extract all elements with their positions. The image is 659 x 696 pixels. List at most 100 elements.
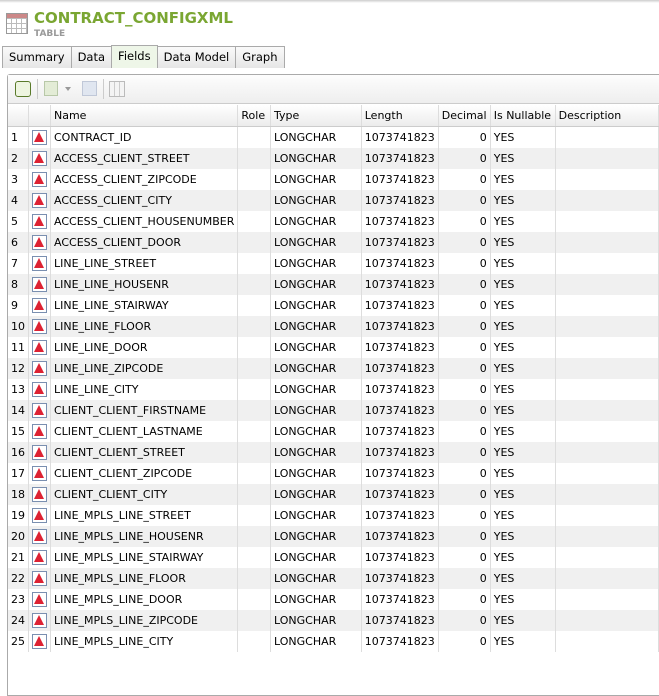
field-type[interactable]: LONGCHAR	[270, 379, 362, 400]
field-role[interactable]	[237, 400, 271, 421]
field-length[interactable]: 1073741823	[361, 547, 439, 568]
field-role[interactable]	[237, 232, 271, 253]
row-number[interactable]: 15	[8, 421, 29, 442]
field-decimal[interactable]: 0	[438, 253, 491, 274]
table-row[interactable]: 16 CLIENT_CLIENT_STREET LONGCHAR 1073741823…	[8, 442, 659, 463]
field-type-icon[interactable]	[28, 484, 51, 505]
field-role[interactable]	[237, 211, 271, 232]
field-type-icon[interactable]	[28, 211, 51, 232]
field-name[interactable]: LINE_LINE_STAIRWAY	[50, 295, 239, 316]
field-length[interactable]: 1073741823	[361, 295, 439, 316]
field-nullable[interactable]: YES	[490, 568, 556, 589]
field-name[interactable]: LINE_LINE_ZIPCODE	[50, 358, 239, 379]
field-decimal[interactable]: 0	[438, 442, 491, 463]
field-length[interactable]: 1073741823	[361, 169, 439, 190]
field-description[interactable]	[555, 169, 659, 190]
field-description[interactable]	[555, 610, 659, 631]
field-type[interactable]: LONGCHAR	[270, 211, 362, 232]
add-field-icon[interactable]	[44, 81, 58, 96]
field-name[interactable]: CLIENT_CLIENT_LASTNAME	[50, 421, 239, 442]
field-type[interactable]: LONGCHAR	[270, 190, 362, 211]
field-length[interactable]: 1073741823	[361, 253, 439, 274]
field-type-icon[interactable]	[28, 589, 51, 610]
table-row[interactable]: 13 LINE_LINE_CITY LONGCHAR 1073741823 0 YES	[8, 379, 659, 400]
field-description[interactable]	[555, 358, 659, 379]
field-role[interactable]	[237, 169, 271, 190]
field-nullable[interactable]: YES	[490, 379, 556, 400]
field-type-icon[interactable]	[28, 421, 51, 442]
field-description[interactable]	[555, 232, 659, 253]
field-decimal[interactable]: 0	[438, 211, 491, 232]
field-nullable[interactable]: YES	[490, 589, 556, 610]
row-number[interactable]: 20	[8, 526, 29, 547]
field-description[interactable]	[555, 484, 659, 505]
field-description[interactable]	[555, 211, 659, 232]
field-decimal[interactable]: 0	[438, 295, 491, 316]
row-number[interactable]: 19	[8, 505, 29, 526]
field-name[interactable]: LINE_MPLS_LINE_DOOR	[50, 589, 239, 610]
field-type[interactable]: LONGCHAR	[270, 126, 362, 148]
field-name[interactable]: CLIENT_CLIENT_STREET	[50, 442, 239, 463]
field-decimal[interactable]: 0	[438, 274, 491, 295]
field-length[interactable]: 1073741823	[361, 232, 439, 253]
field-type-icon[interactable]	[28, 337, 51, 358]
field-name[interactable]: ACCESS_CLIENT_ZIPCODE	[50, 169, 239, 190]
field-role[interactable]	[237, 316, 271, 337]
field-nullable[interactable]: YES	[490, 274, 556, 295]
row-number[interactable]: 3	[8, 169, 29, 190]
field-type[interactable]: LONGCHAR	[270, 148, 362, 169]
field-type[interactable]: LONGCHAR	[270, 400, 362, 421]
find-field-icon[interactable]	[82, 81, 97, 96]
table-row[interactable]: 6 ACCESS_CLIENT_DOOR LONGCHAR 1073741823 0 YE…	[8, 232, 659, 253]
field-type-icon[interactable]	[28, 316, 51, 337]
field-role[interactable]	[237, 568, 271, 589]
field-nullable[interactable]: YES	[490, 358, 556, 379]
field-nullable[interactable]: YES	[490, 190, 556, 211]
field-type-icon[interactable]	[28, 463, 51, 484]
field-role[interactable]	[237, 148, 271, 169]
field-description[interactable]	[555, 463, 659, 484]
field-type[interactable]: LONGCHAR	[270, 484, 362, 505]
table-row[interactable]: 11 LINE_LINE_DOOR LONGCHAR 1073741823 0 YES	[8, 337, 659, 358]
field-nullable[interactable]: YES	[490, 547, 556, 568]
field-nullable[interactable]: YES	[490, 400, 556, 421]
field-type[interactable]: LONGCHAR	[270, 505, 362, 526]
field-length[interactable]: 1073741823	[361, 463, 439, 484]
field-type-icon[interactable]	[28, 631, 51, 652]
columns-icon[interactable]	[109, 81, 125, 97]
field-role[interactable]	[237, 463, 271, 484]
field-role[interactable]	[237, 190, 271, 211]
field-length[interactable]: 1073741823	[361, 337, 439, 358]
field-name[interactable]: LINE_MPLS_LINE_HOUSENR	[50, 526, 239, 547]
row-number[interactable]: 16	[8, 442, 29, 463]
field-name[interactable]: LINE_LINE_DOOR	[50, 337, 239, 358]
field-nullable[interactable]: YES	[490, 211, 556, 232]
field-decimal[interactable]: 0	[438, 568, 491, 589]
table-row[interactable]: 18 CLIENT_CLIENT_CITY LONGCHAR 1073741823 0 Y…	[8, 484, 659, 505]
field-length[interactable]: 1073741823	[361, 589, 439, 610]
field-length[interactable]: 1073741823	[361, 421, 439, 442]
field-type-icon[interactable]	[28, 568, 51, 589]
column-header-nullable[interactable]: Is Nullable	[490, 105, 556, 127]
field-decimal[interactable]: 0	[438, 169, 491, 190]
field-type[interactable]: LONGCHAR	[270, 295, 362, 316]
row-number[interactable]: 8	[8, 274, 29, 295]
field-type[interactable]: LONGCHAR	[270, 589, 362, 610]
field-nullable[interactable]: YES	[490, 126, 556, 148]
field-description[interactable]	[555, 316, 659, 337]
tab-fields[interactable]: Fields	[111, 45, 158, 68]
field-description[interactable]	[555, 505, 659, 526]
field-length[interactable]: 1073741823	[361, 274, 439, 295]
field-name[interactable]: CLIENT_CLIENT_FIRSTNAME	[50, 400, 239, 421]
field-type[interactable]: LONGCHAR	[270, 610, 362, 631]
field-type[interactable]: LONGCHAR	[270, 274, 362, 295]
field-nullable[interactable]: YES	[490, 232, 556, 253]
field-role[interactable]	[237, 337, 271, 358]
field-role[interactable]	[237, 526, 271, 547]
row-number[interactable]: 5	[8, 211, 29, 232]
row-number[interactable]: 4	[8, 190, 29, 211]
field-length[interactable]: 1073741823	[361, 148, 439, 169]
field-role[interactable]	[237, 547, 271, 568]
table-row[interactable]: 21 LINE_MPLS_LINE_STAIRWAY LONGCHAR 1073741…	[8, 547, 659, 568]
field-decimal[interactable]: 0	[438, 484, 491, 505]
